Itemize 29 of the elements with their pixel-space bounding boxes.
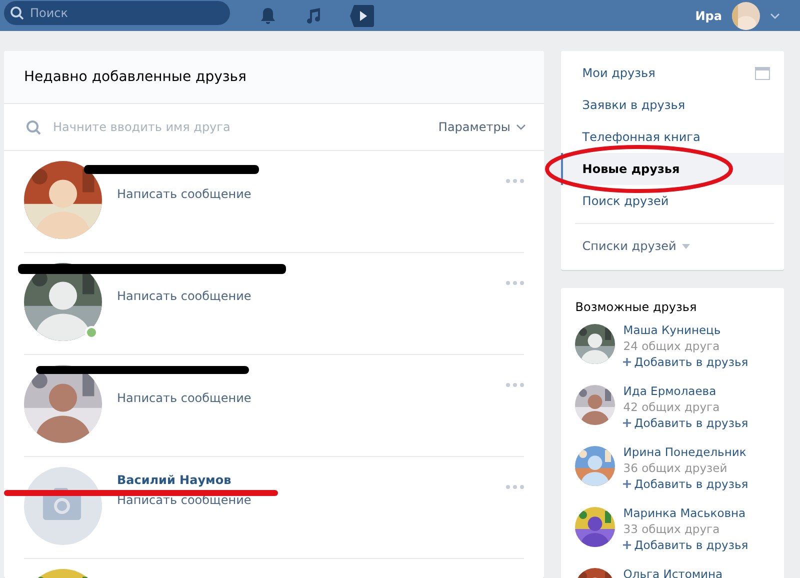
menu-item[interactable]: Поиск друзей xyxy=(561,185,784,217)
menu-item[interactable]: Мои друзья xyxy=(561,57,784,89)
menu-item[interactable]: Новые друзья xyxy=(561,153,784,185)
search-field[interactable]: Поиск xyxy=(4,0,230,24)
friend-name[interactable]: Ольга Истомина xyxy=(623,566,723,578)
friend-name[interactable]: Ида Ермолаева xyxy=(623,383,748,399)
message-link[interactable]: Написать сообщение xyxy=(117,391,524,405)
menu-item[interactable]: Заявки в друзья xyxy=(561,89,784,121)
mutual-count: 33 общих друга xyxy=(623,521,721,537)
lists-dropdown[interactable]: Списки друзей xyxy=(561,230,784,262)
add-friend-link[interactable]: Добавить в друзья xyxy=(623,537,748,553)
message-link[interactable]: Написать сообщение xyxy=(117,289,524,303)
message-link[interactable]: Написать сообщение xyxy=(117,493,524,507)
friend-name[interactable]: Ирина Понедельник xyxy=(623,444,748,460)
friend-name[interactable]: Василий Наумов xyxy=(117,473,524,489)
user-name[interactable]: Ира xyxy=(695,8,722,22)
mutual-count: 36 общих друзей xyxy=(623,460,728,476)
parameters-button[interactable]: Параметры xyxy=(438,120,526,134)
mutual-count: 24 общих друга xyxy=(623,338,721,354)
card-title: Недавно добавленные друзья xyxy=(24,69,246,85)
add-friend-link[interactable]: Добавить в друзья xyxy=(623,476,748,492)
message-link[interactable]: Написать сообщение xyxy=(117,187,524,201)
add-friend-link[interactable]: Добавить в друзья xyxy=(623,354,748,370)
mutual-count: 42 общих друга xyxy=(623,399,721,415)
add-friend-link[interactable]: Добавить в друзья xyxy=(623,415,748,431)
menu-item[interactable]: Телефонная книга xyxy=(561,121,784,153)
friend-name[interactable]: Маша Кунинець xyxy=(623,322,748,338)
panel-title: Возможные друзья xyxy=(575,300,698,314)
friend-name[interactable]: Маринка Маськовна xyxy=(623,505,748,521)
